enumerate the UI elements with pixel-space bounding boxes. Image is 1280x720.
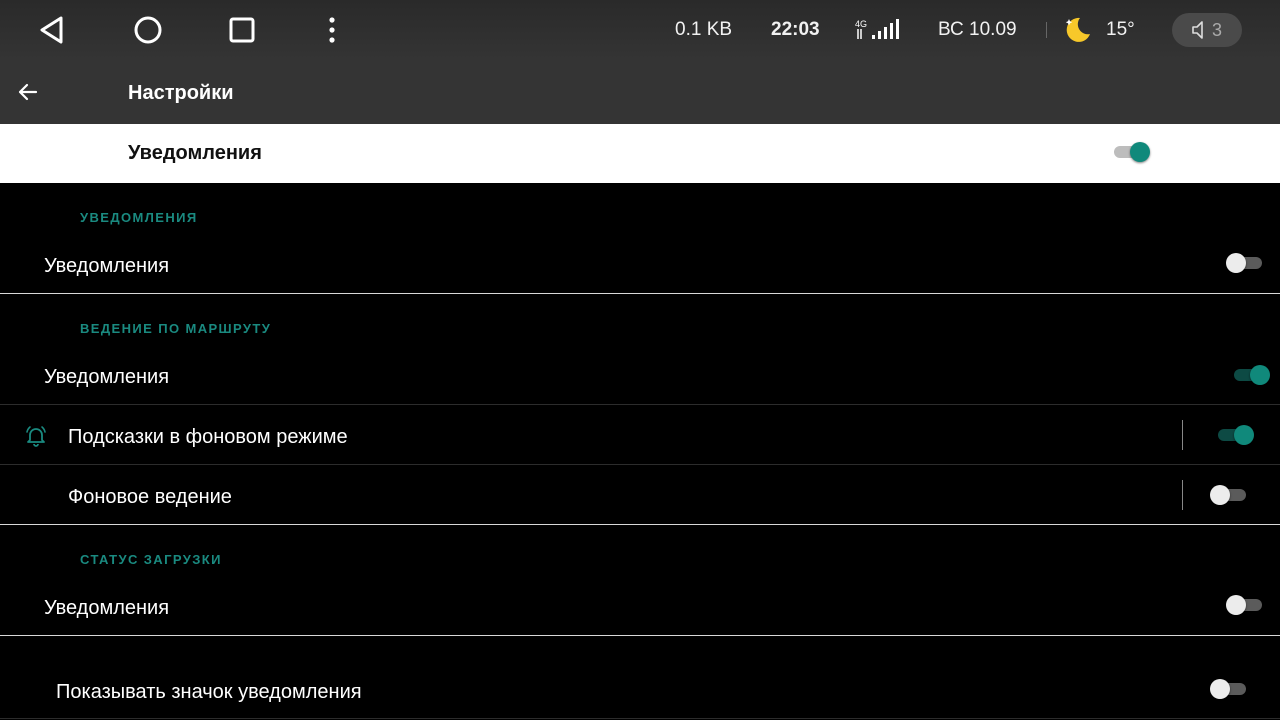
more-vert-icon[interactable] (312, 10, 352, 50)
download-notifications-toggle[interactable] (1226, 593, 1264, 617)
network-speed: 0.1 KB (675, 19, 733, 40)
divider (0, 404, 1280, 405)
toggle-thumb (1210, 485, 1230, 505)
clock: 22:03 (771, 19, 820, 40)
bell-icon (26, 426, 46, 447)
divider (0, 524, 1280, 525)
divider (0, 635, 1280, 636)
app-bar: Настройки (0, 60, 1280, 124)
weather-moon-icon (1065, 17, 1090, 42)
page-title: Настройки (128, 82, 234, 104)
volume-button[interactable]: 3 (1172, 13, 1242, 47)
master-switch-label: Уведомления (128, 142, 262, 164)
background-guidance-toggle[interactable] (1210, 483, 1248, 507)
section-header-route-guidance: ВЕДЕНИЕ ПО МАРШРУТУ (80, 321, 272, 336)
toggle-thumb (1250, 365, 1270, 385)
toggle-thumb (1226, 253, 1246, 273)
master-switch-row[interactable]: Уведомления (0, 124, 1280, 183)
status-bar: 0.1 KB 22:03 4G ВС 10.09 15° 3 (0, 0, 1280, 60)
divider (0, 464, 1280, 465)
row-route-notifications-label[interactable]: Уведомления (44, 366, 169, 389)
row-background-guidance-label[interactable]: Фоновое ведение (68, 486, 232, 509)
date: ВС 10.09 (938, 19, 1017, 40)
toggle-thumb (1210, 679, 1230, 699)
route-notifications-toggle[interactable] (1232, 363, 1270, 387)
divider (1046, 22, 1047, 38)
temperature: 15° (1106, 19, 1135, 40)
background-hints-toggle[interactable] (1216, 423, 1254, 447)
row-background-hints-label[interactable]: Подсказки в фоновом режиме (68, 426, 348, 449)
divider (0, 293, 1280, 294)
row-show-notification-icon-label[interactable]: Показывать значок уведомления (56, 681, 362, 704)
network-type: 4G (855, 19, 867, 29)
signal-icon: 4G (855, 19, 899, 39)
volume-icon (1192, 21, 1203, 39)
divider (1182, 420, 1183, 450)
toggle-thumb (1226, 595, 1246, 615)
toggle-thumb (1234, 425, 1254, 445)
row-download-notifications-label[interactable]: Уведомления (44, 597, 169, 620)
row-notifications-label[interactable]: Уведомления (44, 255, 169, 278)
section-header-notifications: УВЕДОМЛЕНИЯ (80, 210, 198, 225)
master-toggle[interactable] (1112, 140, 1150, 164)
volume-level: 3 (1211, 19, 1222, 40)
divider (1182, 480, 1183, 510)
home-circle-icon[interactable] (128, 10, 168, 50)
recents-square-icon[interactable] (222, 10, 262, 50)
divider (0, 718, 1280, 719)
section-header-download-status: СТАТУС ЗАГРУЗКИ (80, 552, 222, 567)
show-notification-icon-toggle[interactable] (1210, 677, 1248, 701)
notifications-toggle[interactable] (1226, 251, 1264, 275)
toggle-thumb (1130, 142, 1150, 162)
back-triangle-icon[interactable] (32, 10, 72, 50)
arrow-left-icon[interactable] (14, 78, 42, 106)
